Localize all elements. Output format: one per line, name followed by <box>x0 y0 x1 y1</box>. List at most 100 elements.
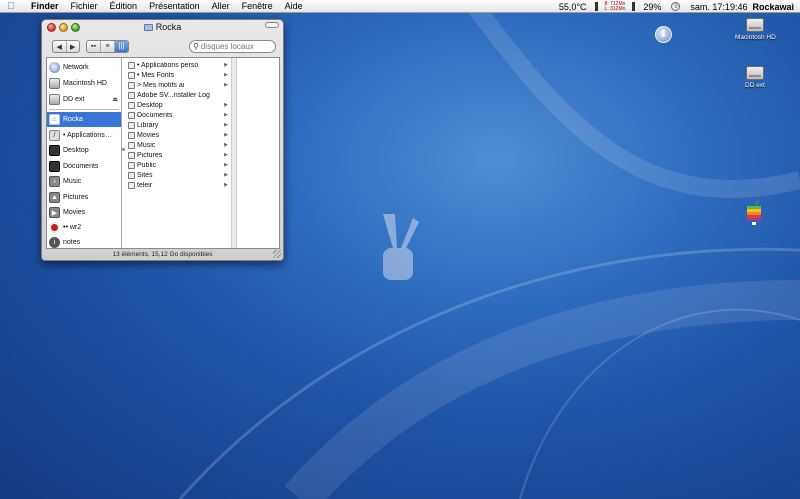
temperature-readout[interactable]: 55,0°C <box>554 2 592 12</box>
desktop-icon-dd-ext[interactable]: DD ext <box>745 66 765 89</box>
menu-aide[interactable]: Aide <box>279 1 309 11</box>
disclosure-arrow-icon: ▶ <box>224 132 228 138</box>
sidebar-item-dd-ext[interactable]: DD ext ⏏ <box>47 92 121 107</box>
folder-icon <box>128 101 135 109</box>
folder-icon <box>128 151 135 159</box>
apple-logo-icon[interactable] <box>744 201 764 225</box>
list-item[interactable]: Movies ▶ <box>128 130 230 140</box>
battery-icon[interactable]: 9 <box>671 2 681 11</box>
disclosure-arrow-icon: ▶ <box>224 142 228 148</box>
search-input[interactable] <box>200 42 271 51</box>
list-item[interactable]: • Mes Fonts ▶ <box>128 70 230 80</box>
list-item[interactable]: Public ▶ <box>128 160 230 170</box>
notes-icon: i <box>49 237 60 248</box>
folder-icon <box>128 141 135 149</box>
menubar:  Finder Fichier Édition Présentation Al… <box>0 0 800 13</box>
column-resize-bar[interactable] <box>232 58 237 248</box>
list-item[interactable]: • Applications perso ▶ <box>128 60 230 70</box>
disclosure-arrow-icon: ▶ <box>224 102 228 108</box>
external-disk-icon <box>745 66 764 80</box>
sidebar-item-wr2[interactable]: •• wr2 <box>47 220 121 235</box>
menu-presentation[interactable]: Présentation <box>143 1 206 11</box>
external-disk-icon <box>49 94 60 105</box>
battery-percentage[interactable]: 29% <box>638 2 666 12</box>
sidebar-item-documents[interactable]: Documents <box>47 159 121 174</box>
apple-menu-icon[interactable]:  <box>3 1 19 12</box>
menu-fenetre[interactable]: Fenêtre <box>236 1 279 11</box>
menu-finder[interactable]: Finder <box>25 1 65 11</box>
sidebar-item-music[interactable]: ♪ Music <box>47 174 121 189</box>
list-item[interactable]: Library ▶ <box>128 120 230 130</box>
file-icon <box>128 61 135 69</box>
desktop-icon <box>49 145 60 156</box>
sidebar-item-rocka[interactable]: ⌂ Rocka <box>47 112 121 127</box>
file-icon <box>128 71 135 79</box>
sidebar-divider <box>49 109 119 110</box>
file-icon <box>128 91 135 99</box>
window-toolbar: ◀ ▶ ▪▪ ≡ ||| ⚲ <box>42 36 283 58</box>
disclosure-arrow-icon: ▶ <box>224 122 228 128</box>
clock[interactable]: sam. 17:19:46 <box>685 2 752 12</box>
search-icon: ⚲ <box>193 42 199 51</box>
list-item[interactable]: Adobe SV...nstaller Log <box>128 90 230 100</box>
list-item[interactable]: > Mes motifs ai ▶ <box>128 80 230 90</box>
download-icon[interactable]: ⬇ <box>655 26 672 43</box>
view-buttons: ▪▪ ≡ ||| <box>86 40 129 53</box>
sidebar-item-notes[interactable]: i notes <box>47 235 121 250</box>
nav-buttons: ◀ ▶ <box>52 40 80 53</box>
list-view-button[interactable]: ≡ <box>101 41 115 52</box>
disclosure-arrow-icon: ▶ <box>224 82 228 88</box>
network-icon: ◎ <box>49 62 60 73</box>
finder-window: Rocka ◀ ▶ ▪▪ ≡ ||| ⚲ ◎ Network Macintosh… <box>41 19 284 261</box>
menu-edition[interactable]: Édition <box>104 1 144 11</box>
folder-icon <box>143 24 153 31</box>
menu-aller[interactable]: Aller <box>206 1 236 11</box>
resize-grip-icon[interactable] <box>273 250 281 258</box>
movies-icon: ▶ <box>49 207 60 218</box>
search-field[interactable]: ⚲ <box>189 40 276 53</box>
forward-button[interactable]: ▶ <box>67 41 80 52</box>
sidebar-item-applications[interactable]: / • Applications… <box>47 128 121 143</box>
list-item[interactable]: Sites ▶ <box>128 170 230 180</box>
user-menu[interactable]: Rockawai <box>752 2 800 12</box>
memory-readout[interactable]: 8: 712Mo L: 312Mo <box>601 1 630 12</box>
list-item[interactable]: Music ▶ <box>128 140 230 150</box>
disclosure-arrow-icon: ▶ <box>224 182 228 188</box>
sidebar-item-network[interactable]: ◎ Network <box>47 60 121 75</box>
disclosure-arrow-icon: ▶ <box>224 112 228 118</box>
folder-icon <box>128 131 135 139</box>
applications-icon: / <box>49 130 60 141</box>
menu-fichier[interactable]: Fichier <box>65 1 104 11</box>
cpu-bar-icon <box>632 2 636 11</box>
splitter-handle[interactable] <box>122 148 125 151</box>
column-view-button[interactable]: ||| <box>115 41 128 52</box>
wr2-icon <box>49 222 60 233</box>
back-button[interactable]: ◀ <box>53 41 67 52</box>
column-1: • Applications perso ▶ • Mes Fonts ▶ > Mes… <box>126 58 232 248</box>
disclosure-arrow-icon: ▶ <box>224 62 228 68</box>
folder-icon <box>128 121 135 129</box>
sidebar-item-pictures[interactable]: ▲ Pictures <box>47 190 121 205</box>
hard-disk-icon <box>746 18 765 32</box>
sidebar-item-macintosh-hd[interactable]: Macintosh HD <box>47 76 121 91</box>
sidebar-item-desktop[interactable]: Desktop <box>47 143 121 158</box>
memory-bar-icon <box>594 2 598 11</box>
list-item[interactable]: Pictures ▶ <box>128 150 230 160</box>
folder-icon <box>128 181 135 189</box>
toolbar-toggle-button[interactable] <box>265 22 279 28</box>
desktop-icon-macintosh-hd[interactable]: Macintosh HD <box>735 18 776 41</box>
list-item[interactable]: teleir ▶ <box>128 180 230 190</box>
sidebar: ◎ Network Macintosh HD DD ext ⏏ ⌂ Rocka … <box>47 58 122 248</box>
list-item[interactable]: Documents ▶ <box>128 110 230 120</box>
peace-hand-icon <box>383 214 419 280</box>
disclosure-arrow-icon: ▶ <box>224 162 228 168</box>
icon-view-button[interactable]: ▪▪ <box>87 41 101 52</box>
folder-icon <box>128 111 135 119</box>
file-icon <box>128 81 135 89</box>
sidebar-item-movies[interactable]: ▶ Movies <box>47 205 121 220</box>
eject-icon[interactable]: ⏏ <box>112 96 118 103</box>
status-bar: 13 éléments, 15,12 Go disponibles <box>112 251 213 258</box>
list-item[interactable]: Desktop ▶ <box>128 100 230 110</box>
browser-content: ◎ Network Macintosh HD DD ext ⏏ ⌂ Rocka … <box>46 57 280 249</box>
window-titlebar[interactable]: Rocka <box>42 20 283 36</box>
